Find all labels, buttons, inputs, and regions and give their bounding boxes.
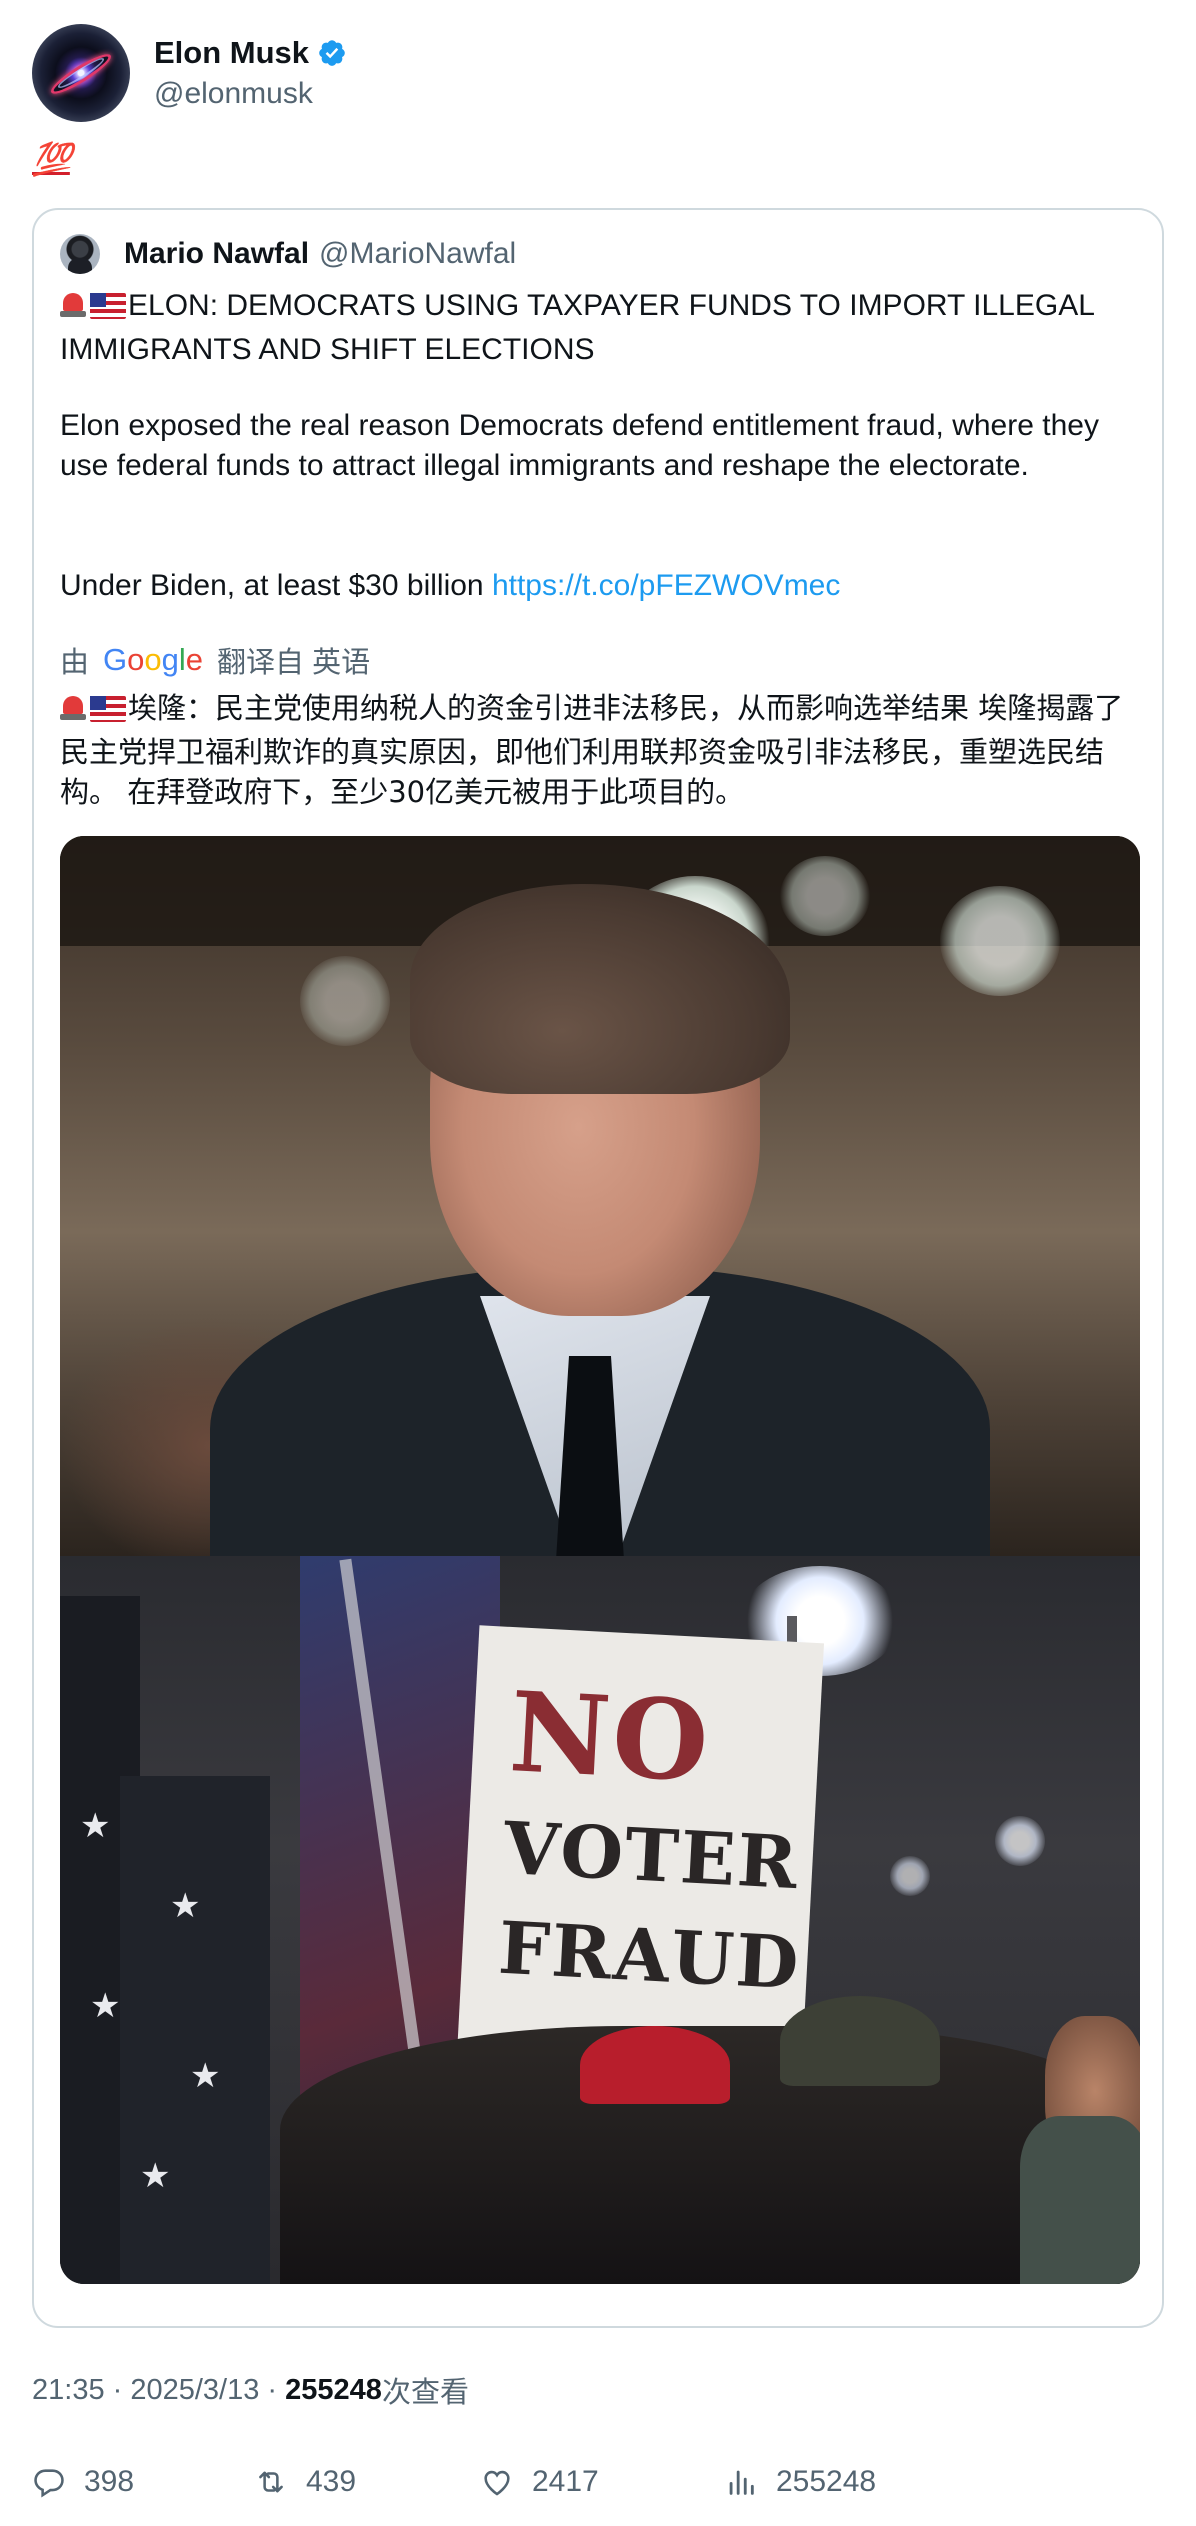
translation-prefix: 由 — [60, 647, 90, 679]
photo-elon-portrait[interactable] — [60, 836, 1140, 1556]
reply-icon — [34, 2469, 64, 2498]
siren-emoji-icon — [60, 289, 86, 319]
quoted-body: Elon exposed the real reason Democrats d… — [60, 409, 1108, 482]
siren-emoji-icon — [60, 692, 86, 722]
like-count: 2417 — [532, 2465, 599, 2498]
tweet-header: Elon Musk @elonmusk — [32, 24, 347, 122]
google-logo-icon: Google — [103, 642, 204, 677]
view-count: 255248 — [285, 2373, 382, 2406]
author-name[interactable]: Elon Musk — [154, 35, 309, 71]
quoted-tweet[interactable]: Mario Nawfal @MarioNawfal ELON: DEMOCRAT… — [32, 208, 1164, 2328]
reply-button[interactable]: 398 — [32, 2460, 134, 2504]
quoted-header: Mario Nawfal @MarioNawfal — [60, 234, 516, 274]
reply-count: 398 — [84, 2465, 135, 2498]
quoted-author-handle: @MarioNawfal — [319, 237, 517, 270]
quoted-under-biden: Under Biden, at least $30 billion https:… — [60, 566, 1140, 606]
quoted-headline-text: ELON: DEMOCRATS USING TAXPAYER FUNDS TO … — [60, 289, 1103, 366]
quoted-media[interactable]: ★ ★ ★ ★ ★ NO VOTER FRAUD — [60, 836, 1140, 2284]
post-text: 💯 — [32, 141, 72, 177]
action-bar: 398 439 2417 255248 — [32, 2460, 1164, 2504]
repost-count: 439 — [306, 2465, 357, 2498]
like-button[interactable]: 2417 — [480, 2460, 599, 2504]
photo-protest-sign[interactable]: ★ ★ ★ ★ ★ NO VOTER FRAUD — [60, 1556, 1140, 2284]
translated-text-body: 埃隆：民主党使用纳税人的资金引进非法移民，从而影响选举结果 埃隆揭露了民主党捍卫… — [60, 691, 1124, 809]
verified-badge-icon — [319, 40, 345, 66]
quoted-author-avatar — [60, 234, 100, 274]
tweet-meta: 21:35 · 2025/3/13 · 255248 次查看 — [32, 2370, 469, 2410]
tweet-date[interactable]: 2025/3/13 — [130, 2374, 259, 2407]
heart-icon — [484, 2470, 510, 2496]
protest-sign: NO VOTER FRAUD — [456, 1625, 825, 2073]
quoted-link[interactable]: https://t.co/pFEZWOVmec — [492, 569, 840, 602]
analytics-icon — [729, 2470, 754, 2495]
repost-button[interactable]: 439 — [254, 2460, 356, 2504]
author-identity: Elon Musk @elonmusk — [154, 35, 347, 111]
sign-line-1: NO — [506, 1667, 714, 1807]
translated-text: 埃隆：民主党使用纳税人的资金引进非法移民，从而影响选举结果 埃隆揭露了民主党捍卫… — [60, 688, 1140, 812]
sign-line-3: FRAUD — [496, 1904, 803, 2006]
views-button[interactable]: 255248 — [724, 2460, 876, 2504]
author-avatar[interactable] — [32, 24, 130, 122]
repost-icon — [259, 2471, 283, 2493]
translation-suffix: 翻译自 英语 — [217, 647, 371, 679]
us-flag-emoji-icon — [90, 293, 126, 319]
view-count-label: 次查看 — [381, 2377, 469, 2409]
sign-line-2: VOTER — [501, 1804, 802, 1906]
quoted-author-name: Mario Nawfal — [124, 237, 310, 270]
author-handle[interactable]: @elonmusk — [154, 77, 347, 111]
quoted-headline: ELON: DEMOCRATS USING TAXPAYER FUNDS TO … — [60, 286, 1140, 370]
author-name-row: Elon Musk — [154, 35, 347, 71]
translation-attribution[interactable]: 由 Google 翻译自 英语 — [60, 640, 370, 680]
tweet-time[interactable]: 21:35 — [32, 2374, 105, 2407]
views-count: 255248 — [776, 2465, 877, 2498]
quoted-under-biden-text: Under Biden, at least $30 billion — [60, 569, 484, 602]
us-flag-emoji-icon — [90, 696, 126, 722]
